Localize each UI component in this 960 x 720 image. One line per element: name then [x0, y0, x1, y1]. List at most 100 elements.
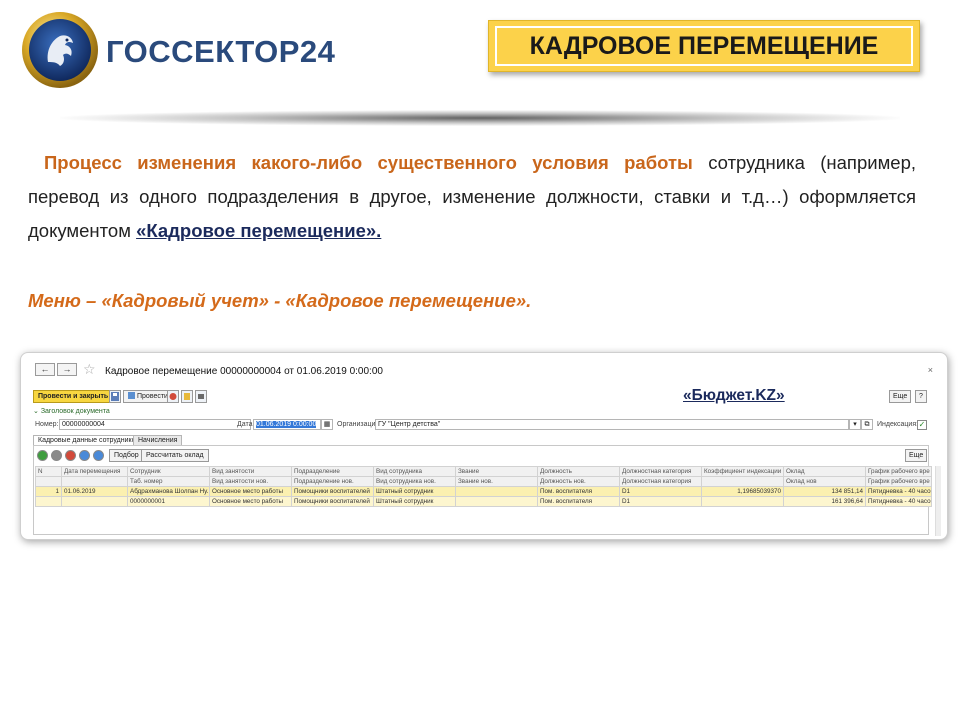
date-field[interactable]: 01.06.2019 0:00:00 [253, 419, 321, 430]
table-cell: Помощники воспитателей [291, 496, 374, 507]
title-box: КАДРОВОЕ ПЕРЕМЕЩЕНИЕ [488, 20, 920, 72]
table-cell: 134 851,14 [783, 486, 866, 497]
close-icon[interactable]: × [928, 365, 933, 375]
header-cell: Подразделение нов. [291, 476, 374, 487]
employee-table: N Дата перемещения Сотрудник Вид занятос… [35, 466, 932, 507]
table-cell: Помощники воспитателей [291, 486, 374, 497]
table-header-row: Таб. номер Вид занятости нов. Подразделе… [35, 476, 932, 487]
table-cell: Пом. воспитателя [537, 496, 620, 507]
header-cell: Подразделение [291, 466, 374, 477]
document-name: «Кадровое перемещение». [136, 220, 382, 241]
table-cell: 161 396,64 [783, 496, 866, 507]
more-button[interactable]: Еще [889, 390, 912, 403]
header-cell: Коэффициент индексации [701, 466, 784, 477]
table-cell [455, 486, 538, 497]
add-row-icon[interactable] [37, 450, 48, 461]
date-value: 01.06.2019 0:00:00 [256, 421, 317, 428]
calc-salary-button[interactable]: Рассчитать оклад [141, 449, 209, 462]
table-cell: 1,19685039370 [701, 486, 784, 497]
table-cell: Пятидневка - 40 часов [865, 486, 932, 497]
header-cell: Должностная категория [619, 476, 702, 487]
organization-field[interactable]: ГУ "Центр детства" [375, 419, 849, 430]
number-field[interactable]: 00000000004 [59, 419, 251, 430]
table-scrollbar[interactable] [935, 466, 941, 536]
table-more-button[interactable]: Еще [905, 449, 928, 462]
header-cell: Оклад нов [783, 476, 866, 487]
header-cell: Таб. номер [127, 476, 210, 487]
move-up-icon[interactable] [79, 450, 90, 461]
header-cell: Вид занятости [209, 466, 292, 477]
help-button[interactable]: ? [915, 390, 927, 403]
print-icon[interactable] [195, 390, 207, 403]
header-cell: Оклад [783, 466, 866, 477]
cancel-post-icon[interactable] [167, 390, 179, 403]
structure-icon[interactable] [181, 390, 193, 403]
back-button[interactable]: ← [35, 363, 55, 376]
table-cell: 0000000001 [127, 496, 210, 507]
table-cell: Основное место работы [209, 486, 292, 497]
header-cell: Сотрудник [127, 466, 210, 477]
header-cell [35, 476, 62, 487]
table-row[interactable]: 0000000001 Основное место работы Помощни… [35, 496, 932, 507]
select-button[interactable]: Подбор [109, 449, 144, 462]
header-cell [701, 476, 784, 487]
table-cell [455, 496, 538, 507]
header-cell: График рабочего вре [865, 476, 932, 487]
emblem-icon [22, 12, 98, 88]
dropdown-icon[interactable]: ▾ [849, 419, 861, 430]
logo: ГОССЕКТОР24 [20, 10, 360, 90]
table-cell [35, 496, 62, 507]
table-cell: 01.06.2019 [61, 486, 128, 497]
post-label: Провести [137, 393, 168, 400]
calendar-icon[interactable]: ▦ [321, 419, 333, 430]
header-cell: Звание [455, 466, 538, 477]
table-cell: 1 [35, 486, 62, 497]
table-cell: Штатный сотрудник [373, 486, 456, 497]
post-button[interactable]: Провести [123, 390, 173, 403]
table-cell [61, 496, 128, 507]
number-label: Номер: [35, 421, 59, 428]
table-cell: Основное место работы [209, 496, 292, 507]
header-cell: Дата перемещения [61, 466, 128, 477]
description-paragraph: Процесс изменения какого-либо существенн… [28, 146, 916, 248]
header-cell: Должностная категория [619, 466, 702, 477]
table-cell: Абдрахманова Шолпан Ну... [127, 486, 210, 497]
forward-button[interactable]: → [57, 363, 77, 376]
table-header-row: N Дата перемещения Сотрудник Вид занятос… [35, 466, 932, 477]
table-cell: Пом. воспитателя [537, 486, 620, 497]
open-icon[interactable]: ⧉ [861, 419, 873, 430]
highlight-text: Процесс изменения какого-либо существенн… [44, 152, 693, 173]
table-cell: Штатный сотрудник [373, 496, 456, 507]
header-cell: Вид занятости нов. [209, 476, 292, 487]
header-cell: Звание нов. [455, 476, 538, 487]
section-header[interactable]: ⌄ Заголовок документа [33, 407, 110, 415]
header-cell: Должность [537, 466, 620, 477]
divider [60, 110, 900, 126]
indexation-label: Индексация: [877, 421, 919, 428]
copy-row-icon[interactable] [51, 450, 62, 461]
logo-text: ГОССЕКТОР24 [106, 34, 336, 69]
header-cell: Вид сотрудника [373, 466, 456, 477]
header-cell [61, 476, 128, 487]
post-and-close-button[interactable]: Провести и закрыть [33, 390, 114, 403]
save-icon[interactable] [109, 390, 121, 403]
table-row[interactable]: 1 01.06.2019 Абдрахманова Шолпан Ну... О… [35, 486, 932, 497]
page-title: КАДРОВОЕ ПЕРЕМЕЩЕНИЕ [495, 26, 913, 66]
table-cell: D1 [619, 486, 702, 497]
delete-row-icon[interactable] [65, 450, 76, 461]
move-down-icon[interactable] [93, 450, 104, 461]
document-window: ← → ☆ Кадровое перемещение 00000000004 о… [20, 352, 948, 540]
post-icon [128, 392, 135, 399]
header-cell: График рабочего вре [865, 466, 932, 477]
menu-path: Меню – «Кадровый учет» - «Кадровое перем… [28, 290, 532, 311]
budget-label: «Бюджет.KZ» [683, 387, 785, 404]
header-cell: N [35, 466, 62, 477]
table-cell [701, 496, 784, 507]
header-cell: Вид сотрудника нов. [373, 476, 456, 487]
collapse-icon: ⌄ [33, 408, 41, 415]
favorite-star-icon[interactable]: ☆ [83, 361, 96, 378]
date-label: Дата: [237, 421, 255, 428]
indexation-checkbox[interactable]: ✓ [917, 420, 927, 430]
window-titlebar: ← → ☆ Кадровое перемещение 00000000004 о… [21, 353, 947, 383]
table-cell: D1 [619, 496, 702, 507]
